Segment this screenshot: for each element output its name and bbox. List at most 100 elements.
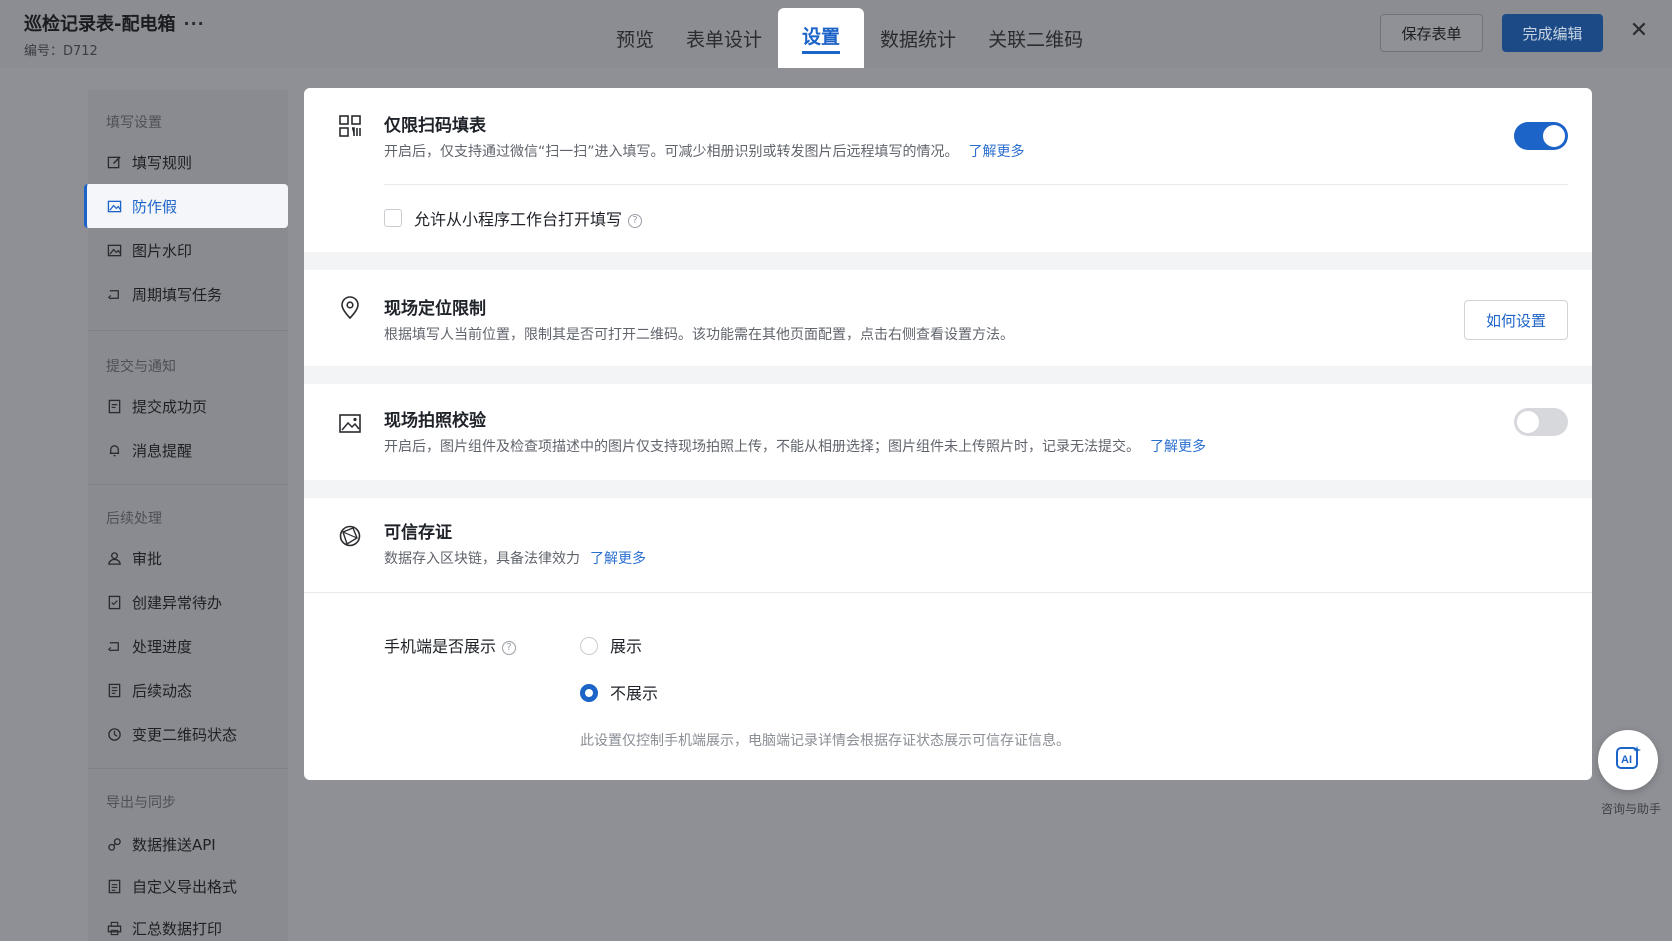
sidebar-item-label: 周期填写任务 <box>132 285 223 304</box>
sidebar-item-anti-fraud[interactable]: 防作假 <box>84 184 288 228</box>
sidebar-item-qr-status[interactable]: 变更二维码状态 <box>88 712 288 756</box>
svg-text:AI: AI <box>1621 754 1632 766</box>
settings-sidebar: 填写设置 填写规则 防作假 图片水印 周期填写任务 提交与通知 提交成功页 消息… <box>84 90 288 941</box>
location-pin-icon <box>338 296 362 320</box>
checkbox-label-text: 允许从小程序工作台打开填写 <box>414 210 623 229</box>
image-shield-icon <box>106 198 122 214</box>
help-icon[interactable]: ? <box>628 213 643 228</box>
save-form-button[interactable]: 保存表单 <box>1380 14 1483 52</box>
scan-only-toggle[interactable] <box>1514 122 1568 150</box>
radio-hide[interactable] <box>580 684 598 702</box>
sidebar-group-title: 导出与同步 <box>106 795 176 811</box>
allow-miniprogram-label: 允许从小程序工作台打开填写? <box>414 206 643 230</box>
radio-show-label: 展示 <box>610 637 643 656</box>
sidebar-item-follow-up[interactable]: 后续动态 <box>88 668 288 712</box>
trusted-evidence-desc: 数据存入区块链，具备法律效力 了解更多 <box>384 548 646 568</box>
divider <box>384 184 1568 185</box>
photo-verify-toggle[interactable] <box>1514 408 1568 436</box>
sidebar-divider <box>88 484 288 485</box>
tab-label: 数据统计 <box>880 28 957 51</box>
photo-verify-desc: 开启后，图片组件及检查项描述中的图片仅支持现场拍照上传，不能从相册选择；图片组件… <box>384 436 1206 456</box>
location-title: 现场定位限制 <box>384 299 486 319</box>
sidebar-divider <box>88 768 288 769</box>
page-icon <box>106 398 122 414</box>
sidebar-item-label: 创建异常待办 <box>132 593 223 612</box>
link-icon <box>106 836 122 852</box>
sidebar-item-notification[interactable]: 消息提醒 <box>88 428 288 472</box>
help-icon[interactable]: ? <box>502 640 517 655</box>
export-icon <box>106 878 122 894</box>
tab-qrcode[interactable]: 关联二维码 <box>972 8 1099 68</box>
cycle-icon <box>106 286 122 302</box>
form-code: 编号：D712 <box>24 44 98 59</box>
settings-panel: 仅限扫码填表 开启后，仅支持通过微信“扫一扫”进入填写。可减少相册识别或转发图片… <box>304 88 1592 780</box>
learn-more-link[interactable]: 了解更多 <box>590 551 646 567</box>
close-icon[interactable]: ✕ <box>1628 20 1650 42</box>
sidebar-item-push-api[interactable]: 数据推送API <box>88 822 288 866</box>
sidebar-group-title: 后续处理 <box>106 511 162 527</box>
ai-assistant-label: 咨询与助手 <box>1600 802 1661 816</box>
blockchain-icon <box>338 524 362 548</box>
sidebar-item-label: 变更二维码状态 <box>132 725 238 744</box>
sidebar-item-label: 防作假 <box>132 197 178 216</box>
tab-statistics[interactable]: 数据统计 <box>864 8 972 68</box>
more-options-icon[interactable]: ··· <box>183 14 204 33</box>
tab-settings[interactable]: 设置 <box>778 8 865 68</box>
section-gap <box>304 480 1592 498</box>
qrcode-icon <box>338 114 362 138</box>
photo-icon <box>338 412 362 436</box>
trusted-evidence-note: 此设置仅控制手机端展示，电脑端记录详情会根据存证状态展示可信存证信息。 <box>580 733 1070 749</box>
mobile-display-label: 手机端是否展示? <box>384 633 517 657</box>
scan-only-desc-text: 开启后，仅支持通过微信“扫一扫”进入填写。可减少相册识别或转发图片后远程填写的情… <box>384 144 959 160</box>
sidebar-item-exception-todo[interactable]: 创建异常待办 <box>88 580 288 624</box>
form-title: 巡检记录表-配电箱 ··· <box>24 10 205 36</box>
sidebar-group-title: 填写设置 <box>106 115 162 131</box>
section-gap <box>304 366 1592 384</box>
photo-verify-title: 现场拍照校验 <box>384 411 486 431</box>
sidebar-item-approval[interactable]: 审批 <box>88 536 288 580</box>
todo-icon <box>106 594 122 610</box>
finish-edit-button[interactable]: 完成编辑 <box>1502 14 1603 52</box>
sidebar-item-label: 图片水印 <box>132 241 193 260</box>
edit-icon <box>106 154 122 170</box>
sidebar-item-periodic-task[interactable]: 周期填写任务 <box>88 272 288 316</box>
learn-more-link[interactable]: 了解更多 <box>969 144 1025 160</box>
sidebar-item-label: 自定义导出格式 <box>132 877 238 896</box>
sidebar-item-progress[interactable]: 处理进度 <box>88 624 288 668</box>
ai-assistant-button[interactable]: AI <box>1598 730 1658 790</box>
tab-preview[interactable]: 预览 <box>600 8 670 68</box>
top-bar: 巡检记录表-配电箱 ··· 编号：D712 预览 表单设计 设置 数据统计 关联… <box>0 0 1672 68</box>
doc-icon <box>106 682 122 698</box>
toggle-knob <box>1517 411 1539 433</box>
sidebar-item-print-summary[interactable]: 汇总数据打印 <box>88 906 288 941</box>
tab-label: 关联二维码 <box>988 28 1084 51</box>
sidebar-item-label: 提交成功页 <box>132 397 208 416</box>
scan-only-desc: 开启后，仅支持通过微信“扫一扫”进入填写。可减少相册识别或转发图片后远程填写的情… <box>384 141 1025 161</box>
how-to-setup-button[interactable]: 如何设置 <box>1464 300 1568 340</box>
sidebar-item-watermark[interactable]: 图片水印 <box>88 228 288 272</box>
sidebar-item-label: 处理进度 <box>132 637 193 656</box>
divider <box>304 592 1592 593</box>
tab-label: 预览 <box>616 28 655 51</box>
tab-label: 设置 <box>802 22 841 54</box>
tab-form-design[interactable]: 表单设计 <box>670 8 778 68</box>
sidebar-item-fill-rules[interactable]: 填写规则 <box>88 140 288 184</box>
mobile-display-label-text: 手机端是否展示 <box>384 637 497 656</box>
status-icon <box>106 726 122 742</box>
sidebar-item-export-format[interactable]: 自定义导出格式 <box>88 864 288 908</box>
toggle-knob <box>1543 125 1565 147</box>
sidebar-group-title: 提交与通知 <box>106 359 176 375</box>
radio-hide-label: 不展示 <box>610 684 659 703</box>
bell-icon <box>106 442 122 458</box>
form-title-text: 巡检记录表-配电箱 <box>24 14 176 35</box>
radio-show[interactable] <box>580 637 598 655</box>
sidebar-item-label: 后续动态 <box>132 681 193 700</box>
allow-miniprogram-checkbox[interactable] <box>384 209 402 227</box>
user-icon <box>106 550 122 566</box>
tab-label: 表单设计 <box>686 28 763 51</box>
trusted-evidence-title: 可信存证 <box>384 523 452 543</box>
sidebar-item-submit-page[interactable]: 提交成功页 <box>88 384 288 428</box>
sidebar-item-label: 汇总数据打印 <box>132 919 223 938</box>
learn-more-link[interactable]: 了解更多 <box>1150 439 1206 455</box>
trusted-evidence-desc-text: 数据存入区块链，具备法律效力 <box>384 551 580 567</box>
